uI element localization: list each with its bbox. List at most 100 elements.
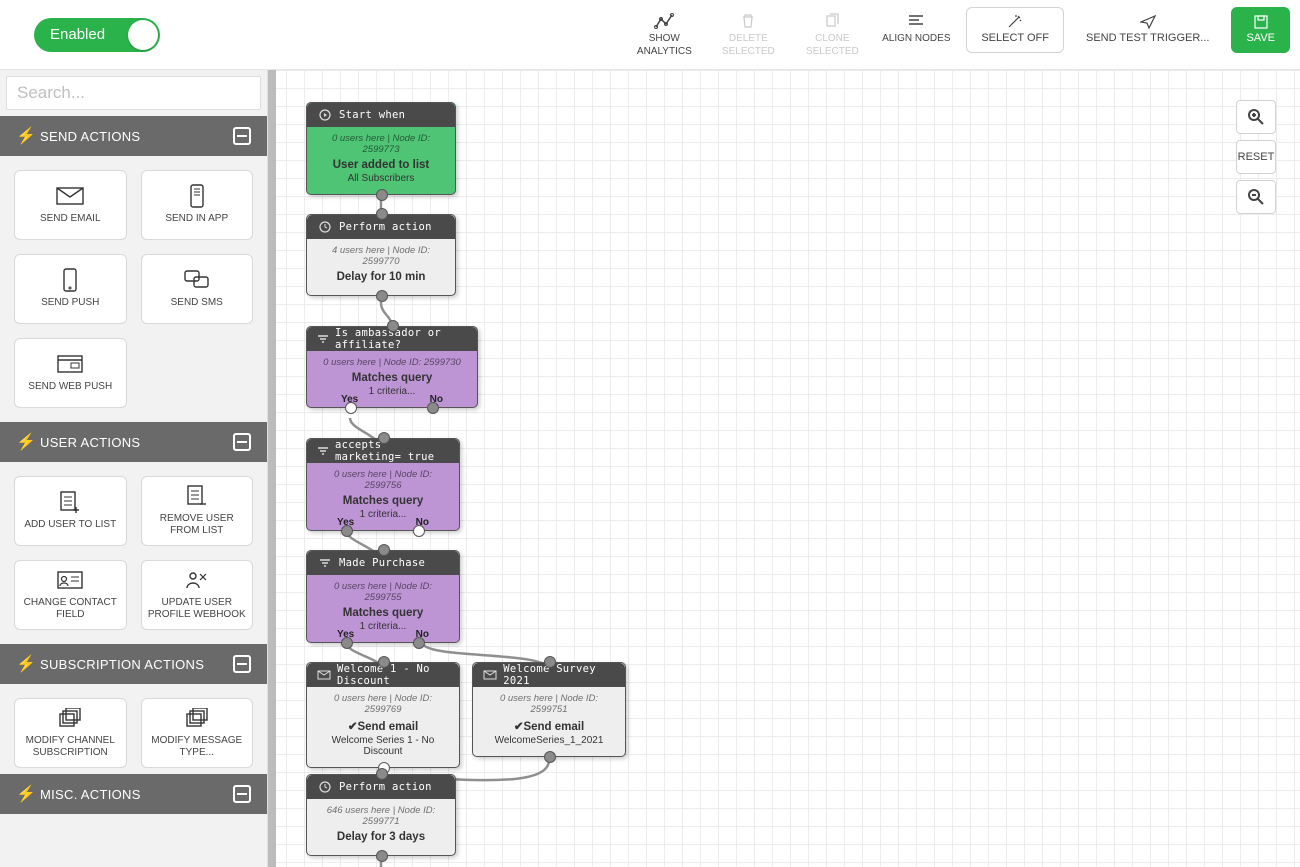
delete-selected-button: DELETE SELECTED	[706, 7, 790, 62]
port-no[interactable]	[427, 402, 439, 414]
card-label: SEND PUSH	[41, 297, 99, 309]
port-yes[interactable]	[341, 637, 353, 649]
card-send-email[interactable]: SEND EMAIL	[14, 170, 127, 240]
node-delay-3days[interactable]: Perform action 646 users here | Node ID:…	[306, 774, 456, 856]
section-header-send-actions[interactable]: ⚡ SEND ACTIONS	[0, 116, 267, 156]
card-update-user-profile-webhook[interactable]: UPDATE USER PROFILE WEBHOOK	[141, 560, 254, 630]
node-sub: Welcome Series 1 - No Discount	[315, 735, 451, 757]
collapse-icon[interactable]	[233, 127, 251, 145]
wand-icon	[1007, 14, 1023, 30]
port-in[interactable]	[376, 768, 388, 780]
port-in[interactable]	[378, 656, 390, 668]
node-sub: All Subscribers	[315, 173, 447, 184]
node-ambassador[interactable]: Is ambassador or affiliate? 0 users here…	[306, 326, 478, 408]
port-in[interactable]	[376, 208, 388, 220]
card-send-push[interactable]: SEND PUSH	[14, 254, 127, 324]
check-icon: ✔	[514, 721, 524, 733]
send-test-trigger-button[interactable]: SEND TEST TRIGGER...	[1072, 7, 1223, 53]
save-button[interactable]: SAVE	[1231, 7, 1290, 53]
card-send-in-app[interactable]: SEND IN APP	[141, 170, 254, 240]
card-send-web-push[interactable]: SEND WEB PUSH	[14, 338, 127, 408]
node-start-when[interactable]: Start when 0 users here | Node ID: 25997…	[306, 102, 456, 195]
card-label: SEND SMS	[171, 297, 223, 309]
port-out[interactable]	[544, 751, 556, 763]
user-webhook-icon	[185, 569, 209, 591]
port-no[interactable]	[413, 525, 425, 537]
enabled-toggle[interactable]: Enabled	[34, 18, 160, 52]
card-add-user-to-list[interactable]: ADD USER TO LIST	[14, 476, 127, 546]
node-delay-10min[interactable]: Perform action 4 users here | Node ID: 2…	[306, 214, 456, 296]
node-header-label: Welcome 1 - No Discount	[337, 663, 449, 687]
node-title: Matches query	[315, 495, 451, 507]
top-actions: SHOW ANALYTICS DELETE SELECTED CLONE SEL…	[622, 7, 1290, 62]
port-out[interactable]	[376, 850, 388, 862]
section-header-user-actions[interactable]: ⚡ USER ACTIONS	[0, 422, 267, 462]
btn-label: SEND TEST TRIGGER...	[1086, 32, 1209, 45]
stack-icon	[185, 707, 209, 729]
card-change-contact-field[interactable]: CHANGE CONTACT FIELD	[14, 560, 127, 630]
search-container	[0, 70, 267, 116]
zoom-out-button[interactable]	[1236, 180, 1276, 214]
check-icon: ✔	[348, 721, 358, 733]
browser-icon	[57, 353, 83, 375]
collapse-icon[interactable]	[233, 785, 251, 803]
bolt-icon: ⚡	[16, 654, 26, 674]
node-sub: WelcomeSeries_1_2021	[481, 735, 617, 746]
node-title: Matches query	[315, 607, 451, 619]
port-in[interactable]	[378, 432, 390, 444]
show-analytics-button[interactable]: SHOW ANALYTICS	[622, 7, 706, 62]
card-label: REMOVE USER FROM LIST	[146, 513, 249, 537]
port-out[interactable]	[376, 290, 388, 302]
port-yes[interactable]	[341, 525, 353, 537]
port-in[interactable]	[544, 656, 556, 668]
bolt-icon: ⚡	[16, 126, 26, 146]
card-label: SEND EMAIL	[40, 213, 101, 225]
node-made-purchase[interactable]: Made Purchase 0 users here | Node ID: 25…	[306, 550, 460, 643]
zoom-reset-button[interactable]: RESET	[1236, 140, 1276, 174]
node-header-label: accepts marketing= true	[335, 439, 449, 463]
toggle-label: Enabled	[50, 26, 105, 43]
port-in[interactable]	[387, 320, 399, 332]
push-icon	[62, 269, 78, 291]
node-meta: 4 users here | Node ID: 2599770	[315, 245, 447, 267]
card-label: SEND IN APP	[165, 213, 228, 225]
node-title: ✔Send email	[315, 719, 451, 733]
node-meta: 0 users here | Node ID: 2599756	[315, 469, 451, 491]
card-label: MODIFY MESSAGE TYPE...	[146, 735, 249, 759]
port-yes[interactable]	[345, 402, 357, 414]
collapse-icon[interactable]	[233, 655, 251, 673]
search-input[interactable]	[6, 76, 261, 110]
node-title: Matches query	[315, 372, 469, 384]
align-nodes-button[interactable]: ALIGN NODES	[874, 7, 958, 50]
filter-icon	[317, 446, 329, 456]
card-label: CHANGE CONTACT FIELD	[19, 597, 122, 621]
card-modify-message-type[interactable]: MODIFY MESSAGE TYPE...	[141, 698, 254, 768]
card-label: MODIFY CHANNEL SUBSCRIPTION	[19, 735, 122, 759]
card-remove-user-from-list[interactable]: REMOVE USER FROM LIST	[141, 476, 254, 546]
toggle-knob	[128, 20, 158, 50]
workflow-canvas[interactable]: RESET	[268, 70, 1300, 867]
card-label: ADD USER TO LIST	[24, 519, 116, 531]
section-header-subscription-actions[interactable]: ⚡ SUBSCRIPTION ACTIONS	[0, 644, 267, 684]
section-title: SUBSCRIPTION ACTIONS	[40, 657, 204, 672]
card-send-sms[interactable]: SEND SMS	[141, 254, 254, 324]
zoom-in-button[interactable]	[1236, 100, 1276, 134]
bolt-icon: ⚡	[16, 432, 26, 452]
node-welcome-no-discount[interactable]: Welcome 1 - No Discount 0 users here | N…	[306, 662, 460, 768]
node-welcome-survey[interactable]: Welcome Survey 2021 0 users here | Node …	[472, 662, 626, 757]
node-title: Delay for 10 min	[315, 271, 447, 283]
port-no[interactable]	[413, 637, 425, 649]
node-header-label: Welcome Survey 2021	[503, 663, 615, 687]
node-sub: 1 criteria...	[315, 509, 451, 520]
card-modify-channel-subscription[interactable]: MODIFY CHANNEL SUBSCRIPTION	[14, 698, 127, 768]
zoom-reset-label: RESET	[1238, 151, 1275, 163]
select-off-button[interactable]: SELECT OFF	[966, 7, 1064, 53]
node-accepts-marketing[interactable]: accepts marketing= true 0 users here | N…	[306, 438, 460, 531]
collapse-icon[interactable]	[233, 433, 251, 451]
card-label: UPDATE USER PROFILE WEBHOOK	[146, 597, 249, 621]
section-title: USER ACTIONS	[40, 435, 140, 450]
port-out[interactable]	[376, 189, 388, 201]
port-in[interactable]	[378, 544, 390, 556]
section-header-misc-actions[interactable]: ⚡ MISC. ACTIONS	[0, 774, 267, 814]
node-header-label: Perform action	[339, 221, 432, 233]
